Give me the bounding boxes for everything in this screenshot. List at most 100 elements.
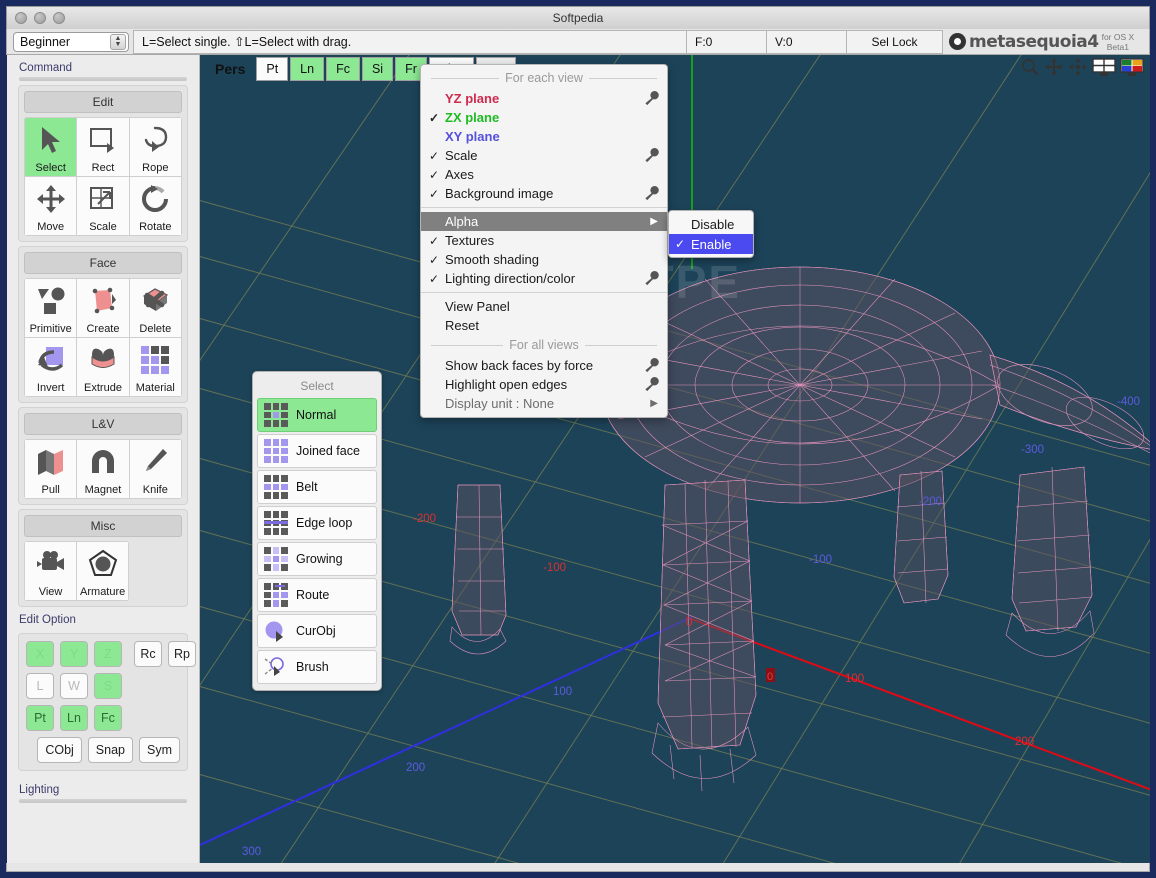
status-hint: L=Select single. ⇧L=Select with drag. [133,29,687,54]
select-mode-edge-loop[interactable]: Edge loop [257,506,377,540]
option-l[interactable]: L [26,673,54,699]
option-w[interactable]: W [60,673,88,699]
tool-rope[interactable]: Rope [129,118,181,176]
layout-color-icon[interactable] [1120,57,1144,77]
curobj-circle-icon [265,621,283,642]
tab-si[interactable]: Si [361,57,394,81]
command-group-face: Face Primitive Create Delete Invert Extrude Ma… [18,246,188,403]
rotate-view-icon[interactable] [1068,57,1088,77]
menu-item-label: Background image [445,186,554,201]
tool-label: Rope [142,162,169,174]
tool-extrude[interactable]: Extrude [77,338,129,396]
tool-scale[interactable]: Scale [77,177,129,235]
tab-pt[interactable]: Pt [256,57,289,81]
option-z[interactable]: Z [94,641,122,667]
lasso-select-icon [130,118,181,162]
alpha-submenu[interactable]: Disable ✓ Enable [668,210,754,258]
wrench-icon[interactable] [643,90,659,106]
select-mode-belt[interactable]: Belt [257,470,377,504]
option-pt[interactable]: Pt [26,705,54,731]
primitive-shapes-icon [37,287,65,314]
menu-item-scale[interactable]: ✓ Scale [421,146,667,165]
tab-fc[interactable]: Fc [326,57,360,81]
select-mode-curobj[interactable]: CurObj [257,614,377,648]
tool-select[interactable]: Select [25,118,77,176]
menu-item-show-back-faces-by-force[interactable]: Show back faces by force [421,356,667,375]
option-rp[interactable]: Rp [168,641,196,667]
option-x[interactable]: X [26,641,54,667]
option-cobj[interactable]: CObj [37,737,82,763]
chevron-updown-icon[interactable]: ▲ ▼ [110,33,126,50]
select-mode-label: CurObj [296,624,336,638]
pull-icon [25,440,76,484]
select-mode-growing[interactable]: Growing [257,542,377,576]
wrench-icon[interactable] [643,147,659,163]
wrench-icon[interactable] [643,147,659,163]
option-ln[interactable]: Ln [60,705,88,731]
tool-magnet[interactable]: Magnet [77,440,129,498]
menu-item-axes[interactable]: ✓ Axes [421,165,667,184]
option-rc[interactable]: Rc [134,641,162,667]
wrench-icon[interactable] [643,185,659,201]
rotate-icon [142,185,169,212]
menu-item-highlight-open-edges[interactable]: Highlight open edges [421,375,667,394]
wrench-icon[interactable] [643,90,659,106]
tool-rect[interactable]: Rect [77,118,129,176]
wrench-icon[interactable] [643,376,659,392]
menu-item-smooth-shading[interactable]: ✓ Smooth shading [421,250,667,269]
wrench-icon[interactable] [643,185,659,201]
option-snap[interactable]: Snap [87,737,133,763]
tool-move[interactable]: Move [25,177,77,235]
grid-route-icon [264,583,288,607]
wrench-icon[interactable] [643,357,659,373]
menu-item-background-image[interactable]: ✓ Background image [421,184,667,203]
tool-label: Scale [89,221,117,233]
select-mode-joined-face[interactable]: Joined face [257,434,377,468]
tool-view[interactable]: View [25,542,77,600]
submenu-item-enable[interactable]: ✓ Enable [669,234,753,254]
layout-split-icon[interactable] [1092,57,1116,77]
menu-item-display-unit-none[interactable]: Display unit : None ▶ [421,394,667,413]
option-fc[interactable]: Fc [94,705,122,731]
tool-invert[interactable]: Invert [25,338,77,396]
tool-delete[interactable]: Delete [129,279,181,337]
wrench-icon[interactable] [643,376,659,392]
tool-label: Material [135,382,175,394]
menu-item-zx-plane[interactable]: ✓ ZX plane [421,108,667,127]
menu-item-yz-plane[interactable]: YZ plane [421,89,667,108]
menu-item-view-panel[interactable]: View Panel [421,297,667,316]
display-dropdown-menu[interactable]: For each view YZ plane ✓ ZX plane XY plane ✓… [420,64,668,418]
select-mode-normal[interactable]: Normal [257,398,377,432]
select-mode-route[interactable]: Route [257,578,377,612]
tool-knife[interactable]: Knife [129,440,181,498]
select-mode-brush[interactable]: Brush [257,650,377,684]
select-panel-title: Select [300,379,334,393]
pan-icon[interactable] [1044,57,1064,77]
menu-item-xy-plane[interactable]: XY plane [421,127,667,146]
option-sym[interactable]: Sym [139,737,180,763]
tool-primitive[interactable]: Primitive [25,279,77,337]
menu-item-textures[interactable]: ✓ Textures [421,231,667,250]
sel-lock-button[interactable]: Sel Lock [847,29,943,54]
tool-pull[interactable]: Pull [25,440,77,498]
menu-item-lighting-direction-color[interactable]: ✓ Lighting direction/color [421,269,667,288]
tool-material[interactable]: Material [129,338,181,396]
mode-select[interactable]: Beginner ▲ ▼ [13,31,129,52]
tool-rotate[interactable]: Rotate [129,177,181,235]
wrench-icon[interactable] [643,357,659,373]
menu-item-reset[interactable]: Reset [421,316,667,335]
tool-label: Armature [80,586,126,598]
option-s[interactable]: S [94,673,122,699]
submenu-item-disable[interactable]: Disable [669,214,753,234]
tool-armature[interactable]: Armature [77,542,129,600]
menu-item-label: Smooth shading [445,252,539,267]
wrench-icon[interactable] [643,270,659,286]
tab-ln[interactable]: Ln [290,57,325,81]
select-mode-label: Joined face [296,444,360,458]
menu-item-alpha[interactable]: Alpha ▶ [421,212,667,231]
menu-item-label: Scale [445,148,478,163]
option-y[interactable]: Y [60,641,88,667]
tool-create[interactable]: Create [77,279,129,337]
wrench-icon[interactable] [643,270,659,286]
zoom-icon[interactable] [1020,57,1040,77]
